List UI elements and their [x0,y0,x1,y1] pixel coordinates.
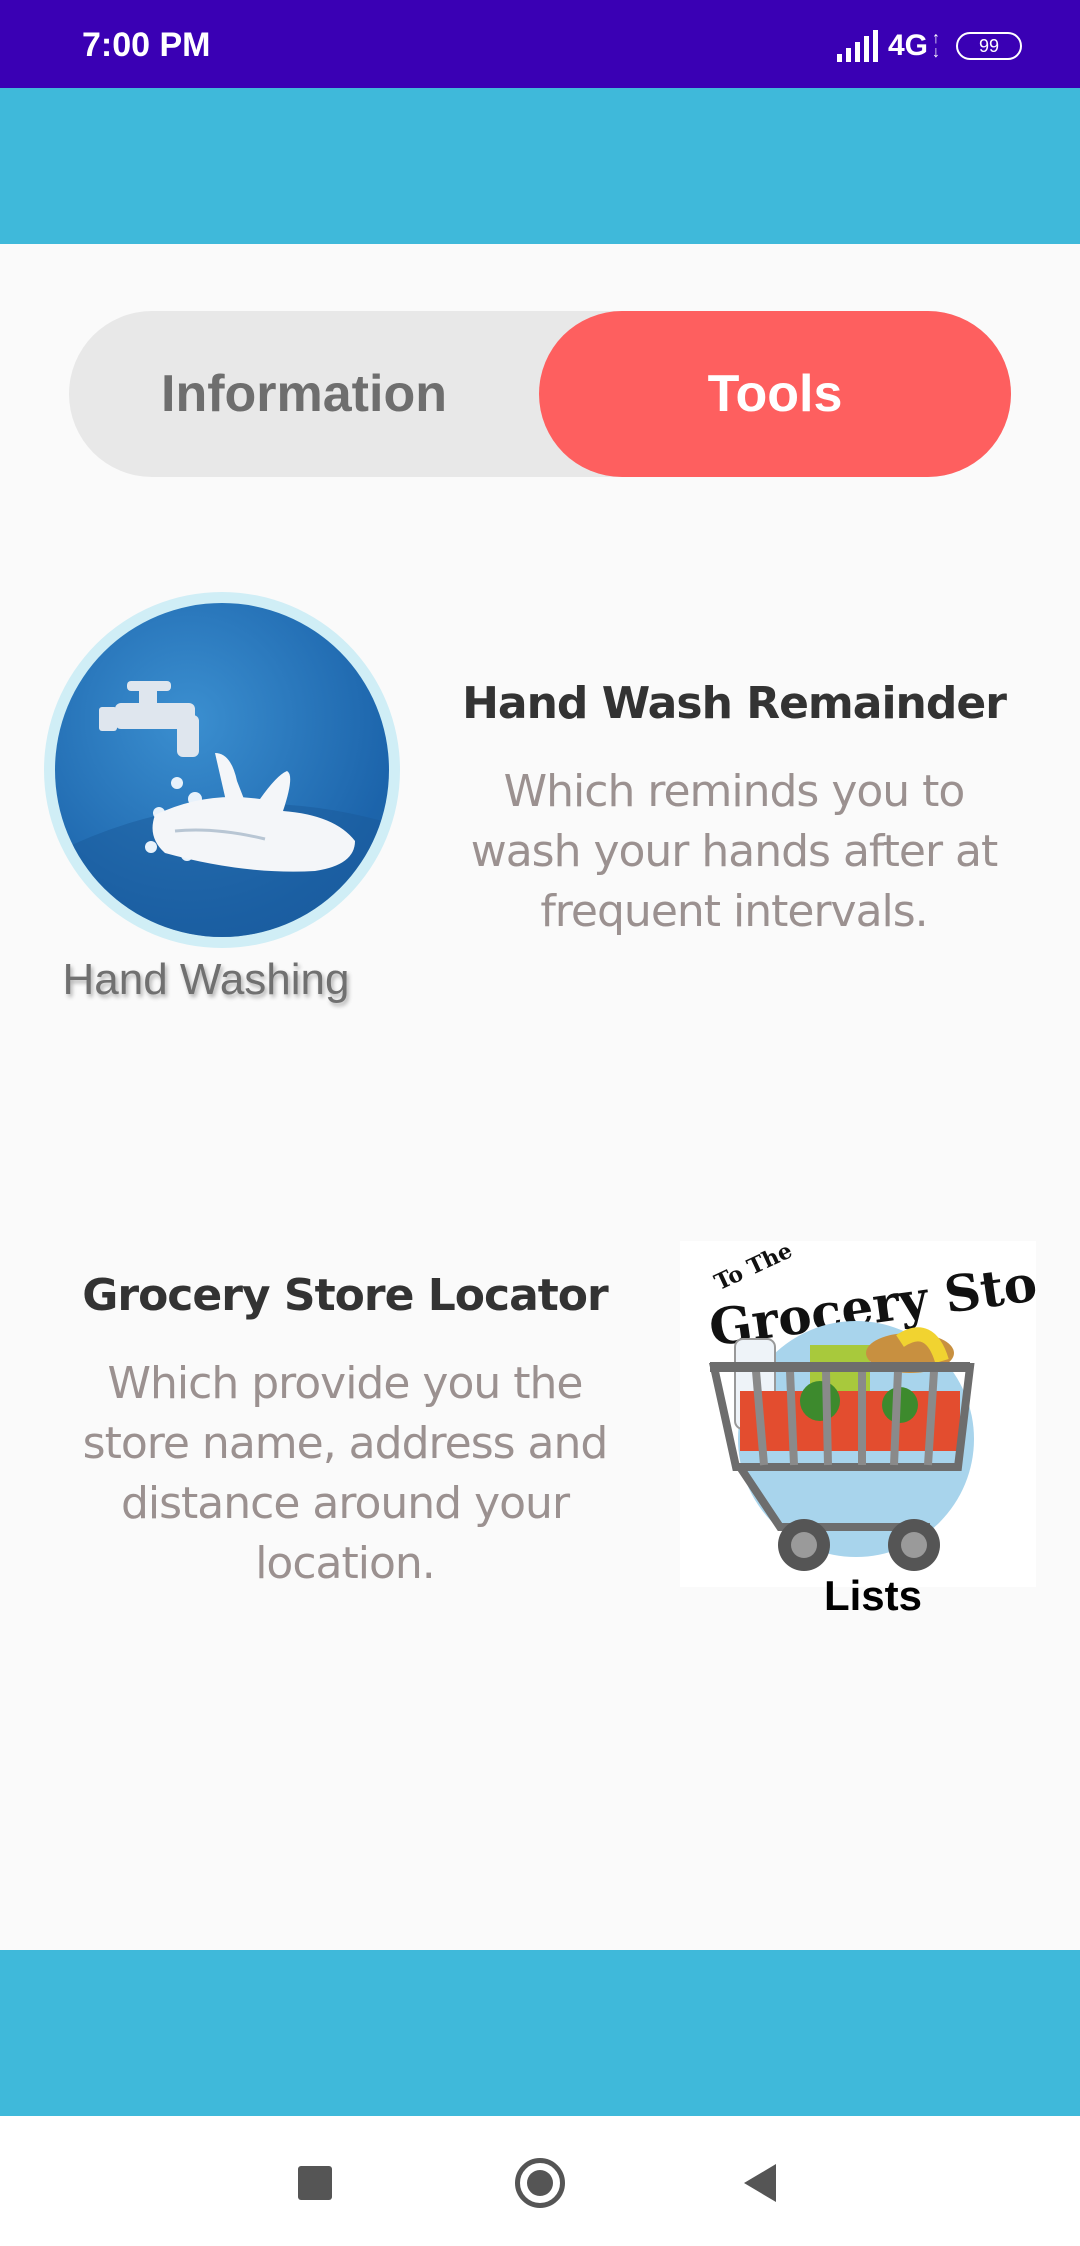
grocery-locator-description: Which provide you the store name, addres… [82,1358,609,1589]
hand-wash-title: Hand Wash Remainder [462,678,1007,729]
status-bar: 7:00 PM 4G ↑ ↓ 99 [0,0,1080,88]
grocery-locator-title: Grocery Store Locator [82,1270,608,1321]
back-icon[interactable] [744,2164,776,2202]
recent-apps-icon[interactable] [298,2166,332,2200]
app-bar [0,88,1080,244]
status-time: 7:00 PM [82,26,211,64]
home-icon[interactable] [515,2158,565,2208]
hand-wash-description: Which reminds you to wash your hands aft… [470,766,999,937]
grocery-store-image[interactable]: Grocery Store To The [680,1238,1080,1587]
status-icons: 4G ↑ ↓ 99 [836,26,1022,66]
hand-washing-caption: Hand Washing [62,955,350,1004]
tab-switcher: Information Tools [69,311,1011,477]
system-nav-bar [0,2116,1080,2246]
network-type: 4G [887,29,928,62]
signal-icon [836,30,878,62]
grocery-image-caption: Lists [823,1572,923,1619]
tab-information[interactable]: Information [69,311,539,477]
battery-icon: 99 [956,32,1022,60]
hand-washing-image[interactable] [44,592,400,948]
tab-tools[interactable]: Tools [539,311,1011,477]
network-arrows-icon: ↑ ↓ [932,30,940,61]
bottom-bar [0,1950,1080,2116]
